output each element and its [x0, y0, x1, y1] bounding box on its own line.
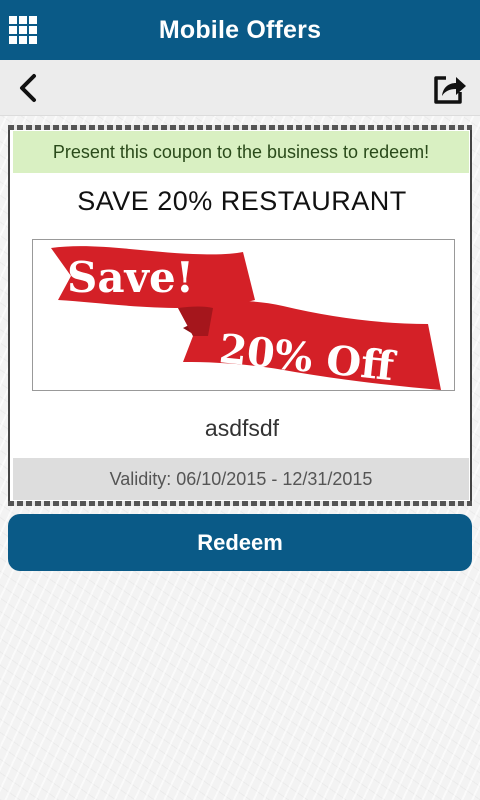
grid-menu-icon[interactable] [9, 16, 37, 44]
offer-image: Save! 20% Off [32, 239, 455, 391]
share-button[interactable] [432, 72, 468, 106]
validity-dates: Validity: 06/10/2015 - 12/31/2015 [13, 458, 469, 500]
page-title: Mobile Offers [158, 15, 322, 44]
chevron-left-icon [20, 74, 36, 102]
redeem-button[interactable]: Redeem [8, 514, 472, 571]
redeem-notice: Present this coupon to the business to r… [13, 131, 469, 173]
offer-title: SAVE 20% RESTAURANT [77, 186, 407, 216]
image-text-save: Save! [67, 253, 194, 302]
offer-description: asdfsdf [204, 415, 280, 441]
back-button[interactable] [12, 70, 48, 106]
coupon-card: Present this coupon to the business to r… [8, 125, 472, 506]
toolbar [0, 60, 480, 116]
app-header: Mobile Offers [0, 0, 480, 60]
share-icon [434, 76, 466, 104]
